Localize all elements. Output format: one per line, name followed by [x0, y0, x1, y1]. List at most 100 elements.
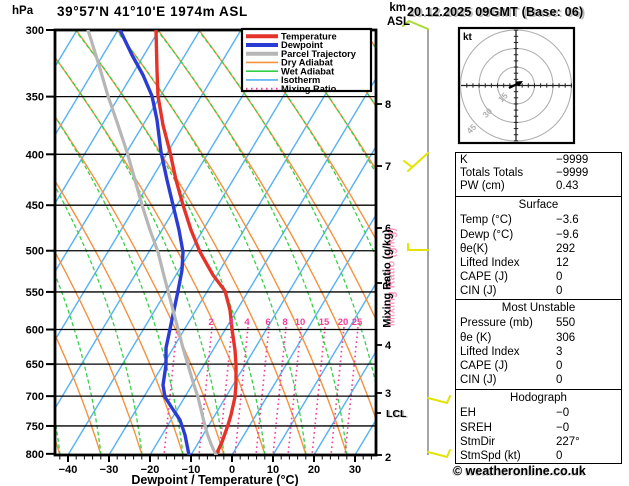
surface-box: Surface Temp (°C)−3.6Dewp (°C)−9.6θe(K)2… [455, 196, 622, 300]
most-unstable-header: Most Unstable [456, 300, 621, 315]
mixing-ratio-line [288, 327, 301, 455]
stat-label: Lifted Index [460, 345, 556, 359]
km-tick-label: 7 [385, 161, 391, 173]
stat-value: 0 [556, 359, 618, 373]
wind-barb [404, 161, 412, 167]
stat-label: EH [460, 406, 556, 420]
wind-barb [428, 396, 450, 403]
stat-row: CAPE (J)0 [460, 359, 618, 373]
wet-adiabat-line [0, 30, 101, 455]
km-tick-label: 8 [385, 99, 391, 111]
stat-value: 0 [556, 449, 618, 463]
hodograph: 153045kt [459, 28, 574, 143]
stat-row: EH−0 [460, 406, 618, 420]
indices-box: K−9999Totals Totals−9999PW (cm)0.43 [455, 152, 622, 197]
mixing-ratio-value: 8 [282, 317, 287, 328]
pressure-tick-label: 300 [26, 25, 44, 37]
dry-adiabat-line [240, 30, 470, 455]
stat-value: 0 [556, 284, 618, 298]
altitude-axis-unit-km: km [372, 2, 406, 14]
stat-value: 0 [556, 270, 618, 284]
mixing-ratio-line [256, 327, 269, 455]
surface-rows: Temp (°C)−3.6Dewp (°C)−9.6θe(K)292Lifted… [456, 212, 621, 298]
stat-label: Lifted Index [460, 256, 556, 270]
stat-row: StmSpd (kt)0 [460, 449, 618, 463]
x-axis-title: Dewpoint / Temperature (°C) [131, 473, 298, 486]
pressure-tick-label: 550 [26, 287, 44, 299]
hodograph-rows: EH−0SREH−0StmDir227°StmSpd (kt)0 [456, 405, 621, 463]
pressure-axis-unit: hPa [12, 5, 33, 17]
temp-tick-label: 30 [349, 464, 361, 476]
stat-label: CIN (J) [460, 284, 556, 298]
run-date-title: 20.12.2025 09GMT (Base: 06) [407, 5, 583, 19]
credit: © weatheronline.co.uk [453, 464, 586, 478]
stat-label: CIN (J) [460, 373, 556, 387]
pressure-tick-label: 750 [26, 421, 44, 433]
pressure-tick-label: 350 [26, 92, 44, 104]
stat-row: Totals Totals−9999 [460, 167, 618, 180]
pressure-tick-label: 650 [26, 359, 44, 371]
stat-value: −3.6 [556, 213, 618, 227]
hodograph-stats-box: Hodograph EH−0SREH−0StmDir227°StmSpd (kt… [455, 389, 622, 464]
stat-row: θe(K)292 [460, 242, 618, 256]
stat-label: Pressure (mb) [460, 316, 556, 330]
stat-value: 3 [556, 345, 618, 359]
mixing-ratio-value: 4 [244, 317, 250, 328]
stat-row: K−9999 [460, 154, 618, 167]
mixing-ratio-value: 6 [265, 317, 270, 328]
hodograph-unit-label: kt [463, 32, 473, 43]
dry-adiabat-line [0, 30, 101, 455]
pressure-tick-label: 700 [26, 391, 44, 403]
mixing-ratio-value: 15 [319, 317, 330, 328]
temp-tick-label: −30 [100, 464, 119, 476]
station-title: 39°57'N 41°10'E 1974m ASL [57, 4, 248, 19]
stat-row: Temp (°C)−3.6 [460, 213, 618, 227]
stat-value: −0 [556, 406, 618, 420]
stat-value: −0 [556, 421, 618, 435]
stat-row: CIN (J)0 [460, 373, 618, 387]
stat-value: 306 [556, 331, 618, 345]
km-tick-label: 3 [385, 388, 391, 400]
stat-label: Dewp (°C) [460, 228, 556, 242]
dry-adiabat-line [76, 30, 306, 455]
indices-rows: K−9999Totals Totals−9999PW (cm)0.43 [456, 153, 621, 194]
stat-value: 292 [556, 242, 618, 256]
pressure-tick-label: 600 [26, 325, 44, 337]
stat-label: Totals Totals [460, 167, 556, 180]
stat-value: 227° [556, 435, 618, 449]
mixing-ratio-value: 10 [295, 317, 306, 328]
isotherm-line [232, 30, 487, 455]
stat-row: SREH−0 [460, 421, 618, 435]
wind-barb [408, 244, 428, 250]
pressure-tick-label: 400 [26, 149, 44, 161]
mixing-ratio-line [199, 327, 212, 455]
mixing-ratio-value: 20 [338, 317, 349, 328]
pressure-tick-label: 800 [26, 449, 44, 461]
wind-barb [428, 450, 450, 457]
stat-value: 0 [556, 373, 618, 387]
stat-row: θe (K)306 [460, 331, 618, 345]
stat-value: −9999 [556, 167, 618, 180]
stat-label: θe(K) [460, 242, 556, 256]
altitude-axis-unit-asl: ASL [372, 16, 410, 28]
stat-row: CIN (J)0 [460, 284, 618, 298]
mixing-ratio-axis-title: Mixing Ratio (g/kg) [382, 229, 394, 328]
legend-label: Mixing Ratio [281, 84, 337, 94]
stat-label: θe (K) [460, 331, 556, 345]
lcl-label: LCL [386, 408, 407, 420]
most-unstable-box: Most Unstable Pressure (mb)550θe (K)306L… [455, 299, 622, 390]
wind-barbs [403, 21, 450, 457]
mixing-ratio-value: 25 [352, 317, 363, 328]
stat-label: StmDir [460, 435, 556, 449]
stat-row: PW (cm)0.43 [460, 180, 618, 193]
stat-value: 550 [556, 316, 618, 330]
dry-adiabat-line [158, 30, 388, 455]
pressure-tick-label: 500 [26, 246, 44, 258]
km-tick-label: 4 [385, 340, 392, 352]
temp-tick-label: −40 [59, 464, 78, 476]
stat-label: K [460, 154, 556, 167]
stat-row: Dewp (°C)−9.6 [460, 228, 618, 242]
stat-label: CAPE (J) [460, 270, 556, 284]
hodograph-header: Hodograph [456, 390, 621, 405]
stat-row: StmDir227° [460, 435, 618, 449]
